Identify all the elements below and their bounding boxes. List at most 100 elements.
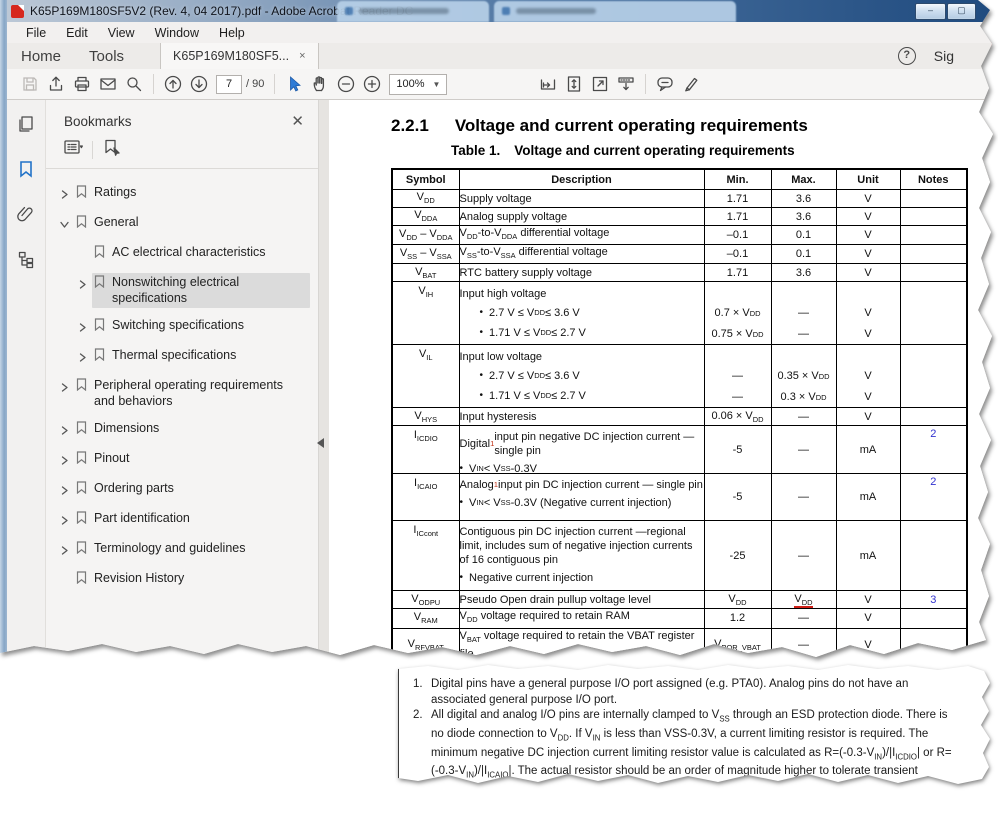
- collapse-panel-arrow[interactable]: [317, 438, 324, 448]
- bookmark-item[interactable]: Thermal specifications: [46, 342, 318, 372]
- bookmark-item[interactable]: Terminology and guidelines: [46, 535, 318, 565]
- minimize-button[interactable]: –: [915, 3, 946, 20]
- cell-min: 1.71: [703, 189, 772, 208]
- tab-tools[interactable]: Tools: [75, 48, 138, 65]
- title-bar[interactable]: K65P169M180SF5V2 (Rev. 4, 04 2017).pdf -…: [7, 0, 993, 48]
- chevron-right-icon[interactable]: [60, 509, 74, 530]
- cell-unit: V: [835, 627, 901, 657]
- hand-tool-button[interactable]: [307, 72, 333, 96]
- cell-min: VDD: [703, 590, 772, 610]
- fit-width-button[interactable]: [535, 72, 561, 96]
- chevron-right-icon[interactable]: [60, 449, 74, 470]
- bookmark-label: Nonswitching electrical specifications: [112, 275, 240, 305]
- table-row: VSS – VSSA VSS-to-VSSA differential volta…: [391, 244, 968, 265]
- select-tool-button[interactable]: [281, 72, 307, 96]
- chevron-right-icon[interactable]: [60, 479, 74, 500]
- bookmark-item[interactable]: Dimensions: [46, 415, 318, 445]
- maximize-button[interactable]: ▢: [947, 3, 976, 20]
- tab-home[interactable]: Home: [7, 48, 75, 65]
- chevron-right-icon[interactable]: [78, 316, 92, 337]
- menu-window[interactable]: Window: [146, 24, 208, 42]
- print-button[interactable]: [69, 72, 95, 96]
- chevron-right-icon[interactable]: [60, 183, 74, 204]
- bookmark-options-icon[interactable]: [62, 138, 84, 161]
- close-tab-icon[interactable]: ×: [299, 50, 305, 62]
- cell-symbol: VIH: [391, 281, 460, 346]
- cell-unit: mA: [835, 520, 901, 592]
- fit-page-button[interactable]: [561, 72, 587, 96]
- bookmark-item[interactable]: AC electrical characteristics: [46, 239, 318, 269]
- footnote-link[interactable]: 2: [930, 428, 936, 440]
- zoom-in-button[interactable]: [359, 72, 385, 96]
- share-button[interactable]: [43, 72, 69, 96]
- cell-unit: V: [835, 224, 901, 246]
- model-tree-icon[interactable]: [16, 249, 36, 274]
- document-area: 2.2.1 Voltage and current operating requ…: [319, 100, 993, 657]
- hide-toolbar-button[interactable]: [613, 72, 639, 96]
- bookmark-item[interactable]: Nonswitching electrical specifications: [46, 269, 318, 312]
- bookmarks-panel-title: Bookmarks: [64, 113, 132, 129]
- cell-description: VDD voltage required to retain RAM: [458, 608, 705, 629]
- footnote-text: All digital and analog I/O pins are inte…: [431, 709, 952, 797]
- menu-file[interactable]: File: [17, 24, 55, 42]
- previous-page-button[interactable]: [160, 72, 186, 96]
- bookmark-hl: Switching specifications: [92, 316, 249, 338]
- bookmark-item[interactable]: Part identification: [46, 505, 318, 535]
- bookmark-item[interactable]: Ordering parts: [46, 475, 318, 505]
- bookmark-item[interactable]: Ratings: [46, 179, 318, 209]
- bookmark-item[interactable]: Pinout: [46, 445, 318, 475]
- chevron-right-icon[interactable]: [78, 346, 92, 367]
- cell-unit: VV: [835, 281, 901, 346]
- page-number-input[interactable]: 7: [216, 74, 242, 94]
- menu-help[interactable]: Help: [210, 24, 254, 42]
- cell-unit: V: [835, 244, 901, 265]
- sign-in-link[interactable]: Sig: [934, 48, 954, 64]
- bookmark-item[interactable]: Peripheral operating requirements and be…: [46, 372, 318, 415]
- bookmarks-icon[interactable]: [16, 159, 36, 184]
- email-button[interactable]: [95, 72, 121, 96]
- spec-table: Symbol Description Min. Max. Unit Notes VDD Su…: [391, 168, 968, 657]
- column-header: Min.: [703, 168, 772, 190]
- footnote-item: 1. Digital pins have a general purpose I/…: [413, 677, 982, 708]
- save-button[interactable]: [17, 72, 43, 96]
- cell-min: 0.06 × VDD: [703, 407, 772, 427]
- chevron-right-icon[interactable]: [60, 419, 74, 440]
- table-row: IICAIO Analog 1 input pin DC injection cur…: [391, 473, 968, 522]
- next-page-button[interactable]: [186, 72, 212, 96]
- cell-unit: V: [835, 608, 901, 629]
- cell-max: 3.6: [770, 207, 837, 226]
- bookmark-hl: Terminology and guidelines: [74, 539, 250, 561]
- comment-tool-button[interactable]: [652, 72, 678, 96]
- help-icon[interactable]: ?: [897, 47, 916, 65]
- bookmark-label: Dimensions: [94, 421, 160, 435]
- page-thumbnails-icon[interactable]: [16, 114, 36, 139]
- cell-notes: [899, 224, 968, 246]
- close-panel-icon[interactable]: ✕: [291, 112, 304, 130]
- footnote-link[interactable]: 3: [930, 594, 936, 606]
- menu-edit[interactable]: Edit: [57, 24, 97, 42]
- chevron-right-icon[interactable]: [60, 376, 74, 397]
- search-icon[interactable]: [121, 72, 147, 96]
- table-row: IICDIO Digital 1 input pin negative DC inj…: [391, 425, 968, 475]
- cell-max: 0.35 × V DD 0.3 × V DD: [770, 344, 837, 409]
- cell-description: VSS-to-VSSA differential voltage: [458, 244, 705, 265]
- bookmark-item[interactable]: Revision History: [46, 565, 318, 595]
- cell-symbol: VRFVBAT: [391, 627, 460, 657]
- bookmark-item[interactable]: Switching specifications: [46, 312, 318, 342]
- bookmarks-list: Ratings General AC electrical characterist…: [46, 175, 318, 595]
- highlight-tool-button[interactable]: [678, 72, 704, 96]
- chevron-right-icon[interactable]: [60, 213, 74, 234]
- zoom-level-select[interactable]: 100% ▼: [389, 73, 448, 95]
- bookmark-item[interactable]: General: [46, 209, 318, 239]
- chevron-right-icon[interactable]: [78, 273, 92, 294]
- tab-document[interactable]: K65P169M180SF5... ×: [160, 43, 319, 69]
- go-to-bookmark-icon[interactable]: [101, 138, 123, 161]
- chevron-right-icon[interactable]: [60, 539, 74, 560]
- zoom-out-button[interactable]: [333, 72, 359, 96]
- attachments-icon[interactable]: [16, 204, 36, 229]
- full-screen-button[interactable]: [587, 72, 613, 96]
- footnote-link[interactable]: 2: [930, 476, 936, 488]
- menu-view[interactable]: View: [99, 24, 144, 42]
- cell-notes: [899, 281, 968, 346]
- cell-min: 1.71: [703, 263, 772, 283]
